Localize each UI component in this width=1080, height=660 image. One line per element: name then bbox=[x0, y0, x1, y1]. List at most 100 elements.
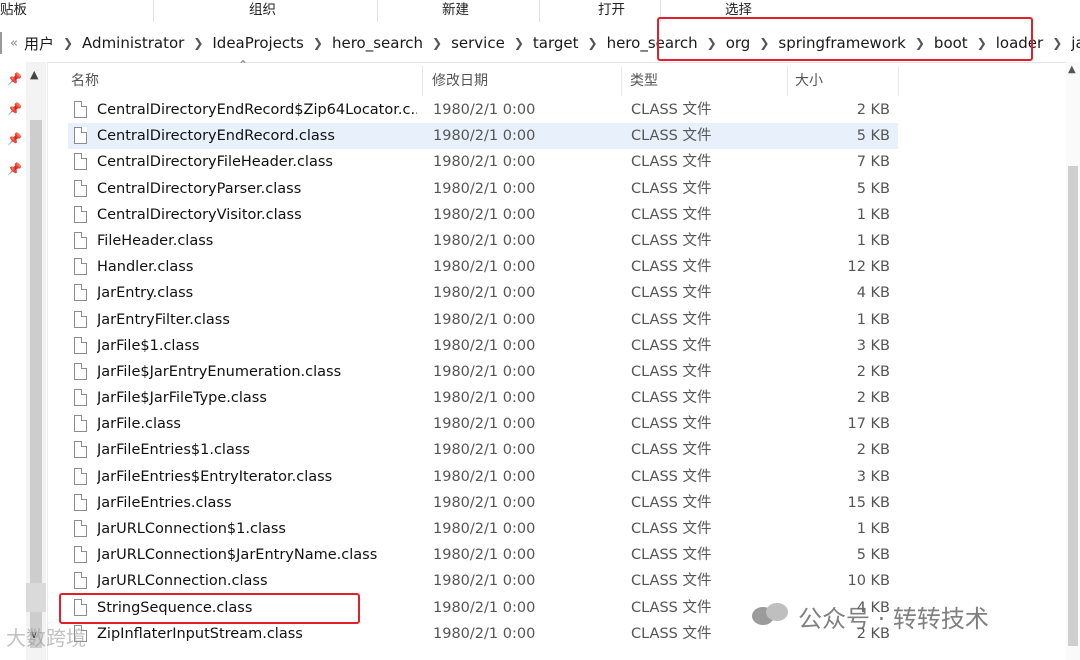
file-size: 5 KB bbox=[856, 547, 890, 564]
column-divider[interactable] bbox=[898, 66, 899, 96]
file-size: 2 KB bbox=[856, 442, 890, 459]
breadcrumb-jar[interactable]: jar bbox=[1071, 34, 1080, 52]
pin-icon[interactable]: 📌 bbox=[7, 72, 22, 86]
column-size[interactable]: 大小 bbox=[795, 64, 823, 98]
column-divider[interactable] bbox=[621, 66, 622, 96]
file-name: CentralDirectoryFileHeader.class bbox=[97, 154, 333, 171]
table-row[interactable]: JarFileEntries.class 1980/2/1 0:00 CLASS 文… bbox=[68, 490, 898, 516]
table-row[interactable]: FileHeader.class 1980/2/1 0:00 CLASS 文件 1 K… bbox=[68, 228, 898, 254]
file-name: JarFileEntries.class bbox=[97, 494, 232, 511]
file-size: 5 KB bbox=[856, 128, 890, 145]
file-type: CLASS 文件 bbox=[631, 363, 712, 380]
chevron-right-icon[interactable]: ❯ bbox=[514, 36, 524, 50]
file-date: 1980/2/1 0:00 bbox=[433, 625, 536, 642]
table-row[interactable]: JarFileEntries$1.class 1980/2/1 0:00 CLASS… bbox=[68, 437, 898, 463]
table-row[interactable]: CentralDirectoryEndRecord$Zip64Locator.c… bbox=[68, 97, 898, 123]
file-type: CLASS 文件 bbox=[631, 102, 712, 118]
chevron-right-icon[interactable]: ❯ bbox=[63, 36, 73, 50]
file-size: 4 KB bbox=[856, 285, 890, 302]
file-icon bbox=[74, 127, 87, 145]
file-size: 1 KB bbox=[856, 311, 890, 328]
chevron-right-icon[interactable]: ❯ bbox=[432, 36, 442, 50]
breadcrumb-target[interactable]: target bbox=[533, 34, 579, 52]
scrollbar-thumb[interactable] bbox=[30, 120, 42, 648]
file-date: 1980/2/1 0:00 bbox=[433, 206, 536, 223]
file-name: JarEntryFilter.class bbox=[97, 311, 230, 328]
breadcrumb-administrator[interactable]: Administrator bbox=[82, 34, 184, 52]
file-name: ZipInflaterInputStream.class bbox=[97, 625, 303, 642]
chevron-right-icon[interactable]: ❯ bbox=[193, 36, 203, 50]
file-type: CLASS 文件 bbox=[631, 416, 712, 433]
pin-icon[interactable]: 📌 bbox=[7, 162, 22, 176]
file-icon bbox=[74, 101, 87, 118]
pin-icon[interactable]: 📌 bbox=[7, 132, 22, 146]
breadcrumb-ideaprojects[interactable]: IdeaProjects bbox=[212, 34, 304, 52]
file-icon bbox=[74, 467, 87, 485]
file-size: 2 KB bbox=[856, 102, 890, 118]
column-divider[interactable] bbox=[787, 66, 788, 96]
table-row[interactable]: JarEntry.class 1980/2/1 0:00 CLASS 文件 4 KB bbox=[68, 280, 898, 306]
column-name[interactable]: 名称 bbox=[71, 64, 99, 98]
corner-watermark: 大数跨境 bbox=[6, 626, 86, 650]
table-row[interactable]: CentralDirectoryFileHeader.class 1980/2/1… bbox=[68, 149, 898, 175]
file-name: CentralDirectoryEndRecord$Zip64Locator.c… bbox=[97, 102, 417, 118]
file-name: JarFile$1.class bbox=[97, 337, 200, 354]
ribbon-group-new[interactable]: 新建 bbox=[442, 0, 469, 24]
table-row[interactable]: JarURLConnection.class 1980/2/1 0:00 CLASS… bbox=[68, 568, 898, 594]
file-date: 1980/2/1 0:00 bbox=[433, 494, 536, 511]
file-icon bbox=[74, 153, 87, 171]
navigation-scrollbar[interactable]: ▲ ∨ bbox=[26, 62, 46, 660]
file-size: 7 KB bbox=[856, 154, 890, 171]
table-row[interactable]: Handler.class 1980/2/1 0:00 CLASS 文件 12 KB bbox=[68, 254, 898, 280]
file-type: CLASS 文件 bbox=[631, 442, 712, 459]
table-row[interactable]: JarURLConnection$1.class 1980/2/1 0:00 CLA… bbox=[68, 516, 898, 542]
table-row[interactable]: JarFile.class 1980/2/1 0:00 CLASS 文件 17 KB bbox=[68, 411, 898, 437]
file-size: 2 KB bbox=[856, 363, 890, 380]
file-type: CLASS 文件 bbox=[631, 206, 712, 223]
table-row[interactable]: JarURLConnection$JarEntryName.class 1980/… bbox=[68, 542, 898, 568]
file-date: 1980/2/1 0:00 bbox=[433, 259, 536, 276]
chevron-right-icon[interactable]: ❯ bbox=[1052, 36, 1062, 50]
table-row[interactable]: JarFileEntries$EntryIterator.class 1980/2… bbox=[68, 464, 898, 490]
breadcrumb-overflow-icon[interactable]: « bbox=[10, 36, 18, 51]
file-list: CentralDirectoryEndRecord$Zip64Locator.c… bbox=[68, 97, 898, 647]
table-row[interactable]: JarFile$JarFileType.class 1980/2/1 0:00 CL… bbox=[68, 385, 898, 411]
file-date: 1980/2/1 0:00 bbox=[433, 599, 536, 616]
file-type: CLASS 文件 bbox=[631, 128, 712, 145]
file-type: CLASS 文件 bbox=[631, 232, 712, 249]
address-bar-edge bbox=[0, 32, 6, 54]
file-icon bbox=[74, 520, 87, 537]
file-name: CentralDirectoryParser.class bbox=[97, 180, 302, 197]
table-row[interactable]: JarEntryFilter.class 1980/2/1 0:00 CLASS 文… bbox=[68, 307, 898, 333]
file-type: CLASS 文件 bbox=[631, 547, 712, 564]
file-date: 1980/2/1 0:00 bbox=[433, 337, 536, 354]
column-type[interactable]: 类型 bbox=[630, 64, 658, 98]
table-row[interactable]: CentralDirectoryVisitor.class 1980/2/1 0:… bbox=[68, 202, 898, 228]
file-type: CLASS 文件 bbox=[631, 625, 712, 642]
scroll-up-icon[interactable]: ▲ bbox=[1068, 64, 1076, 75]
pin-icon[interactable]: 📌 bbox=[7, 102, 22, 116]
chevron-right-icon[interactable]: ❯ bbox=[313, 36, 323, 50]
breadcrumb-hero-search[interactable]: hero_search bbox=[332, 34, 423, 52]
column-divider[interactable] bbox=[422, 66, 423, 96]
breadcrumb-service[interactable]: service bbox=[451, 34, 505, 52]
scrollbar-thumb[interactable] bbox=[1068, 166, 1078, 646]
scroll-up-icon[interactable]: ▲ bbox=[30, 68, 38, 81]
table-row[interactable]: JarFile$JarEntryEnumeration.class 1980/2/… bbox=[68, 359, 898, 385]
breadcrumb-users[interactable]: 用户 bbox=[24, 33, 54, 54]
table-row-selected[interactable]: CentralDirectoryEndRecord.class 1980/2/1 … bbox=[68, 123, 898, 150]
file-type: CLASS 文件 bbox=[631, 337, 712, 354]
table-row[interactable]: JarFile$1.class 1980/2/1 0:00 CLASS 文件 3 KB bbox=[68, 333, 898, 359]
file-date: 1980/2/1 0:00 bbox=[433, 390, 536, 407]
column-date[interactable]: 修改日期 bbox=[432, 64, 488, 98]
ribbon-group-open[interactable]: 打开 bbox=[598, 0, 625, 24]
chevron-right-icon[interactable]: ❯ bbox=[588, 36, 598, 50]
file-type: CLASS 文件 bbox=[631, 390, 712, 407]
table-row[interactable]: CentralDirectoryParser.class 1980/2/1 0:0… bbox=[68, 176, 898, 202]
file-list-scrollbar[interactable]: ▲ bbox=[1066, 62, 1080, 660]
file-size: 1 KB bbox=[856, 206, 890, 223]
ribbon-group-organize[interactable]: 组织 bbox=[249, 0, 276, 24]
ribbon-group-clipboard[interactable]: 贴板 bbox=[0, 0, 27, 24]
file-name: JarFileEntries$EntryIterator.class bbox=[97, 468, 333, 485]
file-name: JarFile.class bbox=[97, 416, 181, 433]
